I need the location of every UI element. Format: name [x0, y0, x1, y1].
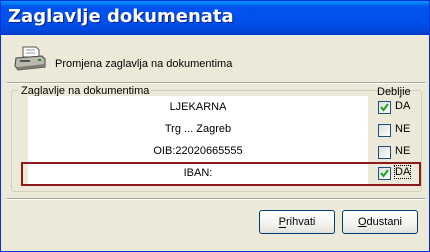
header-line-3[interactable]: OIB:22020665555 — [28, 141, 368, 161]
bold-checkbox-4[interactable] — [378, 167, 391, 180]
header-text: Promjena zaglavlja na dokumentima — [55, 58, 233, 70]
checkmark-icon — [380, 169, 389, 178]
bold-checkbox-1[interactable] — [378, 101, 391, 114]
cancel-button[interactable]: Odustani — [342, 210, 418, 234]
header-line-1[interactable]: LJEKARNA — [28, 97, 368, 117]
checkmark-icon — [380, 103, 389, 112]
cancel-button-label: Odustani — [357, 216, 403, 228]
title-bar[interactable]: Zaglavlje dokumenata — [1, 1, 429, 35]
bold-checkbox-2-label: NE — [395, 123, 411, 135]
accept-button[interactable]: Prihvati — [259, 210, 335, 234]
separator — [7, 198, 425, 200]
dialog-window: Zaglavlje dokumenata Promjena zaglavlja … — [0, 0, 430, 252]
selected-row-highlight — [21, 162, 421, 186]
window-title: Zaglavlje dokumenata — [8, 6, 234, 27]
bold-checkbox-1-label: DA — [395, 100, 411, 112]
bold-checkbox-2[interactable] — [378, 124, 391, 137]
accept-button-label: Prihvati — [278, 216, 316, 228]
bold-column-label: Debljie — [377, 86, 411, 98]
printer-icon — [14, 45, 46, 73]
separator — [7, 82, 425, 84]
bold-checkbox-4-label: DA — [393, 165, 412, 179]
bold-checkbox-3-label: NE — [395, 145, 411, 157]
bold-checkbox-3[interactable] — [378, 146, 391, 159]
header-line-2[interactable]: Trg ... Zagreb — [28, 119, 368, 139]
